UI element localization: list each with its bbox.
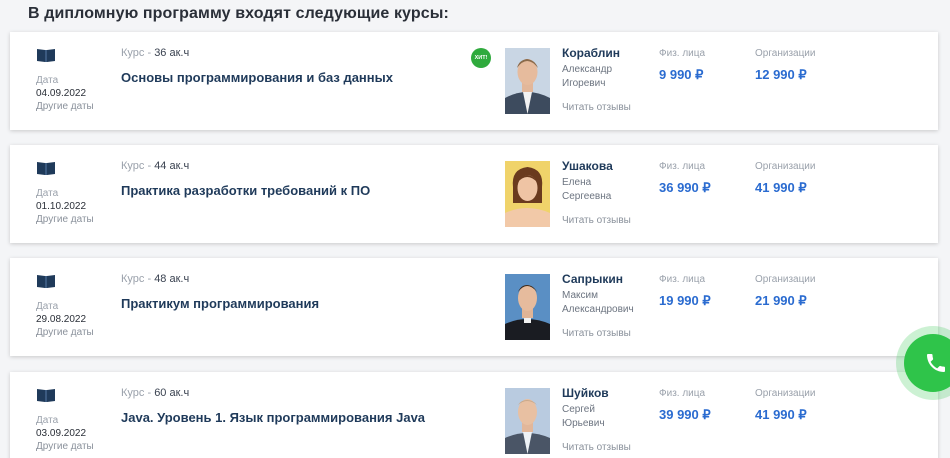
call-button-inner[interactable] [904,334,950,392]
date-label: Дата [36,301,59,312]
course-card: Дата 03.09.2022 Другие даты Курс - 60 ак… [10,372,938,458]
page-heading: В дипломную программу входят следующие к… [28,5,449,22]
teacher-photo[interactable] [505,274,550,340]
fiz-price-label: Физ. лица [659,161,706,172]
book-icon [37,162,55,175]
teacher-name: Елена [562,177,592,188]
teacher-patronymic: Юрьевич [562,418,605,429]
teacher-name: Сергей [562,404,595,415]
date-label: Дата [36,188,59,199]
hours-value: 36 ак.ч [154,47,190,59]
course-card: Дата 01.10.2022 Другие даты Курс - 44 ак… [10,145,938,243]
other-dates-link[interactable]: Другие даты [36,441,94,452]
course-prefix: Курс - [121,160,155,172]
fiz-price: 39 990 ₽ [659,407,711,422]
hours-value: 44 ак.ч [154,160,190,172]
course-prefix: Курс - [121,273,155,285]
course-title-link[interactable]: Основы программирования и баз данных [121,70,393,85]
teacher-surname[interactable]: Ушакова [562,159,613,173]
fiz-price: 36 990 ₽ [659,180,711,195]
teacher-photo[interactable] [505,161,550,227]
teacher-photo[interactable] [505,388,550,454]
course-date: 03.09.2022 [36,428,87,439]
date-label: Дата [36,75,59,86]
fiz-price: 9 990 ₽ [659,67,704,82]
read-reviews-link[interactable]: Читать отзывы [562,215,631,226]
other-dates-link[interactable]: Другие даты [36,214,94,225]
org-price-label: Организации [755,388,816,399]
teacher-photo[interactable] [505,48,550,114]
read-reviews-link[interactable]: Читать отзывы [562,328,631,339]
teacher-name: Максим [562,290,598,301]
fiz-price-label: Физ. лица [659,388,706,399]
org-price-label: Организации [755,48,816,59]
course-date: 04.09.2022 [36,88,87,99]
course-title-link[interactable]: Практикум программирования [121,296,319,311]
course-prefix: Курс - [121,47,155,59]
teacher-surname[interactable]: Сапрыкин [562,272,623,286]
hit-badge: ХИТ! [471,48,491,68]
course-prefix: Курс - [121,387,155,399]
phone-icon [927,354,945,372]
fiz-price: 19 990 ₽ [659,293,711,308]
org-price-label: Организации [755,274,816,285]
course-hours: Курс - 36 ак.ч [121,47,189,59]
book-icon [37,49,55,62]
course-hours: Курс - 60 ак.ч [121,387,189,399]
teacher-surname[interactable]: Кораблин [562,46,620,60]
teacher-patronymic: Сергеевна [562,191,612,202]
read-reviews-link[interactable]: Читать отзывы [562,102,631,113]
course-date: 01.10.2022 [36,201,87,212]
teacher-patronymic: Александрович [562,304,634,315]
read-reviews-link[interactable]: Читать отзывы [562,442,631,453]
other-dates-link[interactable]: Другие даты [36,101,94,112]
book-icon [37,275,55,288]
date-label: Дата [36,415,59,426]
fiz-price-label: Физ. лица [659,274,706,285]
course-card: Дата 04.09.2022 Другие даты Курс - 36 ак… [10,32,938,130]
course-title-link[interactable]: Практика разработки требований к ПО [121,183,370,198]
book-icon [37,389,55,402]
hours-value: 48 ак.ч [154,273,190,285]
course-date: 29.08.2022 [36,314,87,325]
org-price: 41 990 ₽ [755,180,807,195]
org-price: 21 990 ₽ [755,293,807,308]
fiz-price-label: Физ. лица [659,48,706,59]
teacher-name: Александр [562,64,613,75]
org-price: 12 990 ₽ [755,67,807,82]
course-card: Дата 29.08.2022 Другие даты Курс - 48 ак… [10,258,938,356]
course-title-link[interactable]: Java. Уровень 1. Язык программирования J… [121,410,425,425]
course-hours: Курс - 48 ак.ч [121,273,189,285]
org-price-label: Организации [755,161,816,172]
org-price: 41 990 ₽ [755,407,807,422]
teacher-patronymic: Игоревич [562,78,606,89]
other-dates-link[interactable]: Другие даты [36,327,94,338]
teacher-surname[interactable]: Шуйков [562,386,609,400]
course-hours: Курс - 44 ак.ч [121,160,189,172]
hours-value: 60 ак.ч [154,387,190,399]
